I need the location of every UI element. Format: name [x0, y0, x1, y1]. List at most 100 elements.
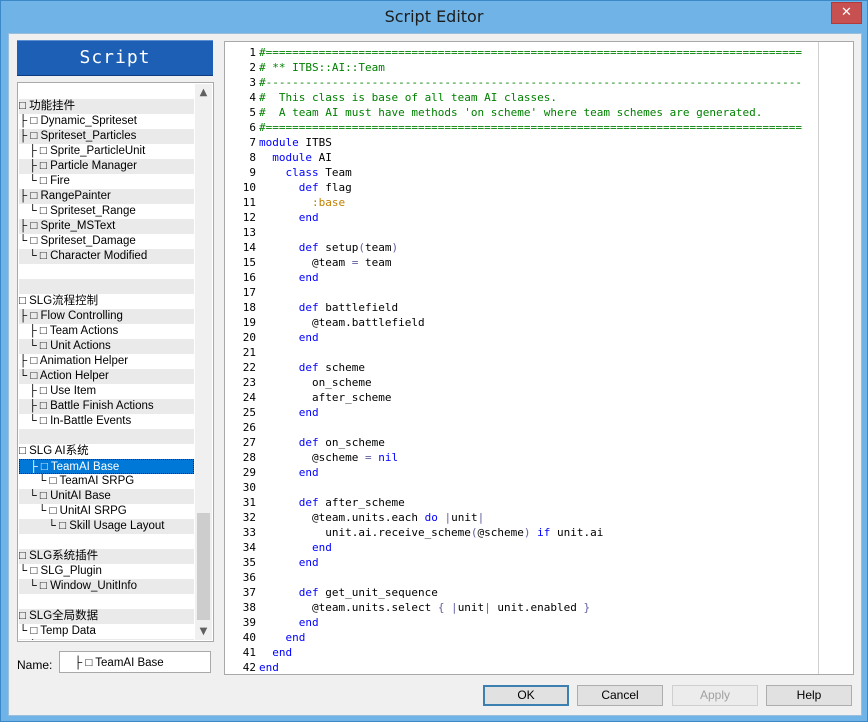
code-token: def — [259, 496, 319, 509]
code-token: @team.battlefield — [259, 316, 425, 329]
line-number: 8 — [249, 151, 256, 164]
line-number: 42 — [242, 661, 256, 674]
code-text: end — [259, 615, 319, 630]
script-list-item[interactable]: ├ □ Use Item — [19, 384, 194, 399]
script-list-spacer[interactable] — [19, 279, 194, 294]
code-line: 38 @team.units.select { |unit| unit.enab… — [225, 600, 853, 615]
code-editor[interactable]: 1 #======================================… — [224, 41, 854, 675]
script-list-item[interactable]: └ □ Character Modified — [19, 249, 194, 264]
code-token: @team.units.select — [259, 601, 438, 614]
script-list-spacer[interactable] — [19, 84, 194, 99]
code-line: 20 end — [225, 330, 853, 345]
script-list-item[interactable]: └ □ Spriteset_Damage — [19, 234, 194, 249]
script-list-item[interactable]: ├ □ Sprite_MSText — [19, 219, 194, 234]
code-text: def battlefield — [259, 300, 398, 315]
code-text: :base — [259, 195, 345, 210]
scroll-down-icon[interactable]: ▼ — [195, 623, 212, 640]
line-number: 14 — [242, 241, 256, 254]
script-list-item[interactable]: └ □ Unit Actions — [19, 339, 194, 354]
script-list-item[interactable]: └ □ Fire — [19, 174, 194, 189]
code-token: end — [259, 406, 319, 419]
code-line: 32 @team.units.each do |unit| — [225, 510, 853, 525]
help-button[interactable]: Help — [766, 685, 852, 706]
script-list-item[interactable]: └ □ TeamAI SRPG — [19, 474, 194, 489]
script-list[interactable]: □ 功能挂件 ├ □ Dynamic_Spriteset ├ □ Spriteset… — [17, 82, 214, 642]
script-list-item[interactable]: □ SLG全局数据 — [19, 609, 194, 624]
script-list-item[interactable]: └ □ Spriteset_Range — [19, 204, 194, 219]
script-list-spacer[interactable] — [19, 264, 194, 279]
code-text: end — [259, 210, 319, 225]
script-list-spacer[interactable] — [19, 594, 194, 609]
line-number: 26 — [242, 421, 256, 434]
script-list-spacer[interactable] — [19, 429, 194, 444]
script-list-item[interactable]: ├ □ Dynamic_Spriteset — [19, 114, 194, 129]
code-line: 35 end — [225, 555, 853, 570]
code-line: 42 end — [225, 660, 853, 674]
script-list-item[interactable]: └ □ Skill Usage Layout — [19, 519, 194, 534]
script-list-item[interactable]: └ □ Temp Data — [19, 624, 194, 639]
code-line: 3 #--------------------------------------… — [225, 75, 853, 90]
script-list-item[interactable]: └ □ In-Battle Events — [19, 414, 194, 429]
code-line: 26 — [225, 420, 853, 435]
code-line: 11 :base — [225, 195, 853, 210]
code-text: end — [259, 465, 319, 480]
name-field[interactable]: ├ □ TeamAI Base — [59, 651, 211, 673]
code-token: # This class is base of all team AI clas… — [259, 91, 558, 104]
code-text: # ** ITBS::AI::Team — [259, 60, 385, 75]
line-number: 40 — [242, 631, 256, 644]
scrollbar-thumb[interactable] — [197, 513, 210, 620]
script-list-item[interactable]: └ □ SLG_Plugin — [19, 564, 194, 579]
close-icon[interactable]: ✕ — [831, 2, 862, 24]
cancel-button[interactable]: Cancel — [577, 685, 663, 706]
code-line: 40 end — [225, 630, 853, 645]
script-list-item[interactable]: □ SLG系统插件 — [19, 549, 194, 564]
script-list-item[interactable]: └ □ Save Data — [19, 639, 194, 640]
code-line: 29 end — [225, 465, 853, 480]
script-list-item[interactable]: └ □ UnitAI SRPG — [19, 504, 194, 519]
code-line: 16 end — [225, 270, 853, 285]
code-token: unit.ai.receive_scheme — [259, 526, 471, 539]
line-number: 32 — [242, 511, 256, 524]
script-list-item[interactable]: ├ □ Team Actions — [19, 324, 194, 339]
script-list-item[interactable]: ├ □ Battle Finish Actions — [19, 399, 194, 414]
script-list-item[interactable]: □ SLG流程控制 — [19, 294, 194, 309]
apply-button[interactable]: Apply — [672, 685, 758, 706]
code-token: module — [259, 136, 299, 149]
script-list-item[interactable]: ├ □ Flow Controlling — [19, 309, 194, 324]
script-list-item[interactable]: └ □ UnitAI Base — [19, 489, 194, 504]
code-text: end — [259, 630, 305, 645]
code-text: end — [259, 540, 332, 555]
code-token: | — [484, 601, 491, 614]
scroll-up-icon[interactable]: ▲ — [195, 84, 212, 101]
script-list-item[interactable]: ├ □ Sprite_ParticleUnit — [19, 144, 194, 159]
line-number: 10 — [242, 181, 256, 194]
code-token: ) — [523, 526, 531, 539]
script-list-item[interactable]: ├ □ Spriteset_Particles — [19, 129, 194, 144]
line-number: 29 — [242, 466, 256, 479]
script-list-scrollbar[interactable]: ▲ ▼ — [195, 84, 212, 640]
script-list-item[interactable]: ├ □ Particle Manager — [19, 159, 194, 174]
code-line: 18 def battlefield — [225, 300, 853, 315]
script-list-item[interactable]: └ □ Action Helper — [19, 369, 194, 384]
code-token: def — [259, 241, 319, 254]
script-list-item[interactable]: □ 功能挂件 — [19, 99, 194, 114]
code-token: = — [364, 451, 372, 464]
code-token: end — [259, 631, 306, 644]
code-token: end — [259, 541, 332, 554]
script-list-item[interactable]: ├ □ TeamAI Base — [19, 459, 194, 474]
code-line: 31 def after_scheme — [225, 495, 853, 510]
code-line: 25 end — [225, 405, 853, 420]
code-text: end — [259, 555, 319, 570]
code-token: # ** ITBS::AI::Team — [259, 61, 385, 74]
script-list-item[interactable]: ├ □ RangePainter — [19, 189, 194, 204]
code-line: 23 on_scheme — [225, 375, 853, 390]
code-token: after_scheme — [259, 391, 392, 404]
script-list-item[interactable]: □ SLG AI系统 — [19, 444, 194, 459]
script-list-item[interactable]: └ □ Window_UnitInfo — [19, 579, 194, 594]
code-token: def — [259, 586, 319, 599]
code-line: 36 — [225, 570, 853, 585]
script-list-spacer[interactable] — [19, 534, 194, 549]
line-number: 19 — [242, 316, 256, 329]
script-list-item[interactable]: ├ □ Animation Helper — [19, 354, 194, 369]
ok-button[interactable]: OK — [483, 685, 569, 706]
